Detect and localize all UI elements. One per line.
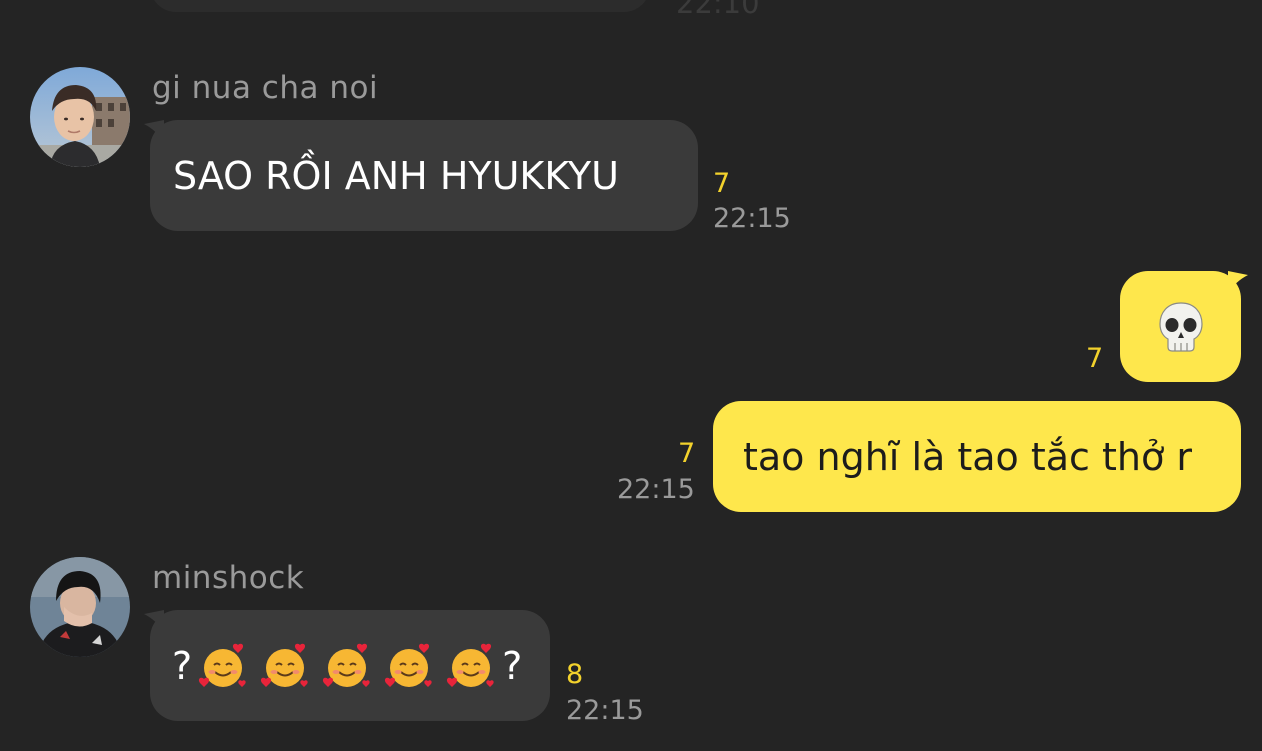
message-bubble-outgoing[interactable] [1120,271,1241,382]
unread-count: 7 [678,438,696,469]
unread-count: 7 [713,168,731,199]
message-bubble-incoming[interactable]: SAO RỒI ANH HYUKKYU [150,120,698,231]
message-bubble-outgoing[interactable]: tao nghĩ là tao tắc thở r [713,401,1241,512]
unread-count: 8 [566,659,584,690]
bubble-tail [144,120,164,142]
previous-message-bubble[interactable] [150,0,650,12]
message-text-end: ? [502,643,523,688]
message-text: SAO RỒI ANH HYUKKYU [173,153,619,198]
avatar-photo-icon [30,67,130,167]
sender-name: minshock [152,560,305,596]
message-text: tao nghĩ là tao tắc thở r [743,434,1192,479]
smiling-face-with-hearts-icon [323,643,370,687]
message-time: 22:15 [713,203,791,234]
skull-icon [1158,301,1203,352]
avatar-gi-nua-cha-noi[interactable] [30,67,130,167]
previous-message-time: 22:10 [676,0,760,20]
avatar-photo-icon [30,557,130,657]
bubble-tail [1228,271,1248,293]
smiling-face-with-hearts-icon [261,643,308,687]
smiling-face-with-hearts-icon [199,643,246,687]
smiling-face-with-hearts-icon [385,643,432,687]
emoji-row [192,641,502,691]
message-bubble-incoming[interactable]: ? ? [150,610,550,721]
chat-view[interactable]: 22:10 gi nua cha noi SAO RỒI ANH HYUKKYU… [0,0,1262,751]
message-text-start: ? [172,643,193,688]
unread-count: 7 [1086,343,1104,374]
avatar-minshock[interactable] [30,557,130,657]
smiling-face-with-hearts-icon [447,643,494,687]
message-time: 22:15 [566,695,644,726]
sender-name: gi nua cha noi [152,70,379,106]
bubble-tail [144,610,164,632]
message-time: 22:15 [617,474,695,505]
